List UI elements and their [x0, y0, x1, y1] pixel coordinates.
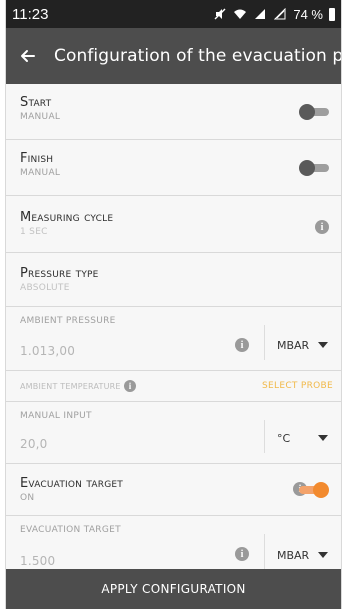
manual-input-unit[interactable]: °C [277, 432, 290, 445]
select-probe-button[interactable]: Select probe [262, 381, 333, 391]
probe-label: Ambient temperature [20, 382, 121, 391]
measuring-cycle-info-icon[interactable]: i [315, 220, 329, 234]
ambient-pressure-value[interactable]: 1.013,00 [20, 344, 75, 358]
start-toggle[interactable] [299, 103, 329, 120]
manual-input-value[interactable]: 20,0 [20, 437, 48, 451]
battery-percent: 74 % [293, 6, 323, 22]
app-bar: Configuration of the evacuation process [6, 28, 341, 84]
finish-label: Finish [20, 151, 54, 166]
unit-divider [264, 325, 265, 360]
finish-value: Manual [20, 168, 61, 178]
evacuation-target-unit[interactable]: mbar [277, 549, 309, 562]
page-title: Configuration of the evacuation process [54, 46, 341, 66]
chevron-down-icon[interactable] [318, 435, 328, 441]
manual-input-row[interactable]: Manual input 20,0 °C [6, 402, 341, 464]
settings-list: Start Manual Finish Manual Measuring cyc… [6, 84, 341, 580]
battery-icon [329, 7, 335, 21]
pressure-type-value: Absolute [20, 283, 70, 293]
chevron-down-icon[interactable] [318, 552, 328, 558]
status-time: 11:23 [12, 5, 49, 23]
chevron-down-icon[interactable] [318, 342, 328, 348]
bottom-action-bar: APPLY CONFIGURATION [6, 569, 341, 609]
ambient-pressure-row[interactable]: Ambient pressure 1.013,00 i mbar [6, 307, 341, 371]
evacuation-target-value-info-icon[interactable]: i [235, 547, 249, 561]
evacuation-target-value-label: Evacuation target [20, 525, 121, 535]
status-bar: 11:23 74 % [6, 0, 341, 28]
measuring-cycle-value: 1 Sec [20, 227, 48, 237]
finish-setting-row[interactable]: Finish Manual [6, 140, 341, 196]
evacuation-target-value[interactable]: 1.500 [20, 554, 55, 568]
apply-configuration-button[interactable]: APPLY CONFIGURATION [95, 581, 251, 597]
measuring-cycle-row[interactable]: Measuring cycle 1 Sec i [6, 196, 341, 253]
evacuation-target-state: On [20, 493, 35, 503]
phone-screen: 11:23 74 % Configuration of the evacuati… [6, 0, 341, 609]
unit-divider [264, 420, 265, 453]
probe-info-icon[interactable]: i [124, 380, 136, 392]
ambient-pressure-info-icon[interactable]: i [235, 338, 249, 352]
start-setting-row[interactable]: Start Manual [6, 84, 341, 140]
finish-toggle[interactable] [299, 159, 329, 176]
measuring-cycle-label: Measuring cycle [20, 210, 114, 225]
status-icons: 74 % [213, 7, 335, 22]
ambient-pressure-unit[interactable]: mbar [277, 339, 309, 352]
evacuation-target-toggle-row[interactable]: Evacuation target On i [6, 464, 341, 516]
evacuation-target-toggle[interactable] [299, 481, 329, 498]
start-label: Start [20, 95, 52, 110]
signal-icon-2 [273, 7, 287, 21]
unit-divider [264, 534, 265, 570]
evacuation-target-label: Evacuation target [20, 476, 123, 491]
finish-toggle-knob [299, 159, 315, 176]
pressure-type-row[interactable]: Pressure type Absolute [6, 253, 341, 307]
manual-input-label: Manual input [20, 411, 92, 421]
signal-icon [253, 7, 267, 21]
start-toggle-knob [299, 103, 315, 120]
wifi-icon [233, 7, 247, 21]
arrow-left-icon[interactable] [20, 46, 36, 66]
ambient-pressure-label: Ambient pressure [20, 316, 116, 326]
pressure-type-label: Pressure type [20, 266, 99, 281]
mute-icon [213, 7, 227, 21]
probe-row: Ambient temperature i Select probe [6, 371, 341, 402]
evacuation-target-toggle-knob [313, 481, 329, 498]
start-value: Manual [20, 112, 61, 122]
